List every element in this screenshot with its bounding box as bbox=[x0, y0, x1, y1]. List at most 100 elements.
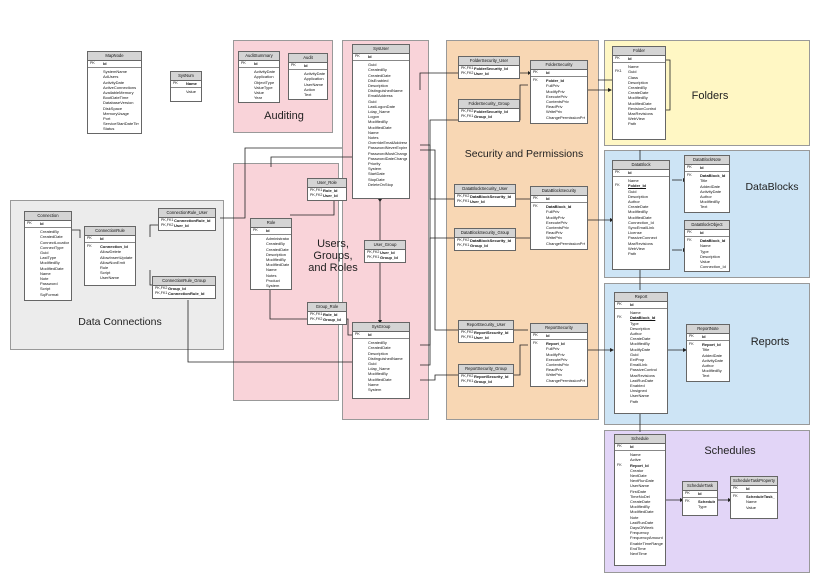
key-marker bbox=[355, 387, 368, 392]
table-row: PK,FK1 Group_Id bbox=[455, 243, 515, 248]
key-marker bbox=[685, 504, 698, 509]
key-marker: PK,FK1 bbox=[367, 255, 380, 260]
table-separator bbox=[289, 69, 327, 71]
key-marker bbox=[533, 241, 546, 246]
field-name: Path bbox=[630, 398, 639, 404]
table-row: ChangePermissionPriv bbox=[531, 378, 587, 383]
table-header: FolderSecurity_User bbox=[459, 57, 519, 66]
table-row: PK Id bbox=[615, 444, 665, 449]
field-name: NextTime bbox=[630, 551, 647, 557]
key-marker: PK bbox=[687, 165, 692, 169]
field-name: Id bbox=[100, 236, 104, 241]
key-marker: PK,FK1 bbox=[461, 379, 474, 384]
field-name: Text bbox=[304, 92, 312, 98]
field-name: User_Id bbox=[474, 335, 489, 341]
table-report: Report PK Id Name FK DataBlock_Id Type Descript… bbox=[614, 292, 668, 414]
table-header: DataBlockSecurity bbox=[531, 187, 587, 196]
table-header: User_Role bbox=[308, 179, 346, 188]
table-separator bbox=[239, 67, 279, 69]
field-name: Id bbox=[698, 491, 702, 496]
field-name: Id bbox=[368, 54, 372, 59]
table-row: ChangePermissionPriv bbox=[531, 241, 587, 246]
table-separator bbox=[683, 497, 717, 499]
table-row: PK Id bbox=[25, 221, 71, 226]
field-name: Value bbox=[746, 504, 756, 510]
table-header: ReportSecurity_User bbox=[459, 321, 513, 330]
field-name: Id bbox=[304, 63, 308, 68]
table-separator bbox=[687, 340, 729, 342]
table-row: Value bbox=[171, 89, 201, 94]
table-row: UserName bbox=[85, 275, 135, 280]
table-row: PK Id bbox=[685, 165, 729, 170]
field-name: Id bbox=[746, 486, 750, 491]
key-marker: PK,FK1 bbox=[457, 243, 470, 248]
field-name: Id bbox=[546, 333, 550, 338]
table-separator bbox=[615, 308, 667, 310]
table-reportnote: ReportNote PK Id FK Report_Id Title AddedDate A… bbox=[686, 324, 730, 382]
key-marker: PK,FK2 bbox=[161, 223, 174, 228]
key-marker: PK bbox=[241, 61, 246, 65]
field-name: Id bbox=[700, 165, 704, 170]
table-header: ReportNote bbox=[687, 325, 729, 334]
table-header: Folder bbox=[613, 47, 665, 56]
key-marker: PK bbox=[687, 230, 692, 234]
table-header: SysGroup bbox=[353, 323, 409, 332]
field-name: UserName bbox=[100, 275, 120, 281]
field-name: SqlFormat bbox=[40, 291, 59, 297]
field-name: Id bbox=[546, 70, 550, 75]
table-header: DataBlockObject bbox=[685, 221, 729, 230]
field-name: System bbox=[368, 387, 382, 393]
table-header: DataBlockSecurity_Group bbox=[455, 229, 515, 238]
table-sysnum: SysNum PK Name Value bbox=[170, 71, 202, 102]
key-marker bbox=[617, 551, 630, 556]
table-connectionrule-user: ConnectionRule_User PK,FK1 ConnectionRule_… bbox=[158, 208, 216, 231]
table-header: Group_Role bbox=[308, 303, 346, 312]
field-name: ChangePermissionPriv bbox=[546, 114, 585, 120]
key-marker bbox=[253, 283, 266, 288]
table-reportsecurity-group: ReportSecurity_Group PK,FK2 ReportSecurity… bbox=[458, 364, 514, 387]
table-row: Text bbox=[687, 373, 729, 378]
table-user-group: User_Group PK,FK2 User_Id PK,FK1 Group_Id bbox=[364, 240, 406, 263]
table-datablockobject: DataBlockObject PK Id FK DataBlock_Id Name Typ… bbox=[684, 220, 730, 272]
key-marker: PK bbox=[90, 61, 95, 65]
table-header: SysUser bbox=[353, 45, 409, 54]
table-row: PK Id bbox=[615, 302, 667, 307]
key-marker bbox=[533, 115, 546, 120]
table-row: PK,FK2 User_Id bbox=[159, 223, 215, 228]
table-header: Connection bbox=[25, 212, 71, 221]
field-name: Id bbox=[546, 196, 550, 201]
table-row: PK,FK1 Group_Id bbox=[459, 114, 519, 119]
field-name: Path bbox=[628, 251, 637, 257]
table-separator bbox=[531, 76, 587, 78]
table-separator bbox=[251, 234, 291, 236]
table-separator bbox=[531, 339, 587, 341]
key-marker bbox=[27, 292, 40, 297]
field-name: Id bbox=[700, 230, 704, 235]
table-header: ReportSecurity_Group bbox=[459, 365, 513, 374]
table-connectionrule: ConnectionRule PK Id FK Connection_Id AllowDe… bbox=[84, 226, 136, 286]
table-header: ReportSecurity bbox=[531, 324, 587, 333]
table-row: PK Id bbox=[88, 61, 141, 66]
field-name: Id bbox=[368, 332, 372, 337]
table-row: PK,FK1 Group_Id bbox=[365, 255, 405, 260]
field-name: Id bbox=[630, 302, 634, 307]
table-header: AuditSummary bbox=[239, 52, 279, 61]
table-header: DataBlockNote bbox=[685, 156, 729, 165]
table-connectionrule-group: ConnectionRule_Group PK,FK2 Group_Id PK,FK1… bbox=[152, 276, 216, 299]
key-marker: PK bbox=[733, 486, 738, 490]
table-audit: Audit PK Id ActivityDate Application UserName… bbox=[288, 53, 328, 100]
key-marker: PK bbox=[355, 332, 360, 336]
field-name: Path bbox=[628, 121, 637, 127]
table-row: PK Id bbox=[239, 61, 279, 66]
key-marker: PK,FK1 bbox=[461, 114, 474, 119]
table-header: DataBlockSecurity_User bbox=[455, 185, 515, 194]
key-marker: PK bbox=[615, 170, 620, 174]
table-row: PK Id bbox=[531, 333, 587, 338]
table-separator bbox=[88, 67, 141, 69]
key-marker: PK bbox=[685, 491, 690, 495]
field-name: Id bbox=[628, 170, 632, 175]
key-marker bbox=[90, 126, 103, 131]
field-name: Connection_Id bbox=[700, 264, 726, 270]
table-row: PK,FK2 User_Id bbox=[459, 71, 519, 76]
key-marker bbox=[615, 121, 628, 126]
